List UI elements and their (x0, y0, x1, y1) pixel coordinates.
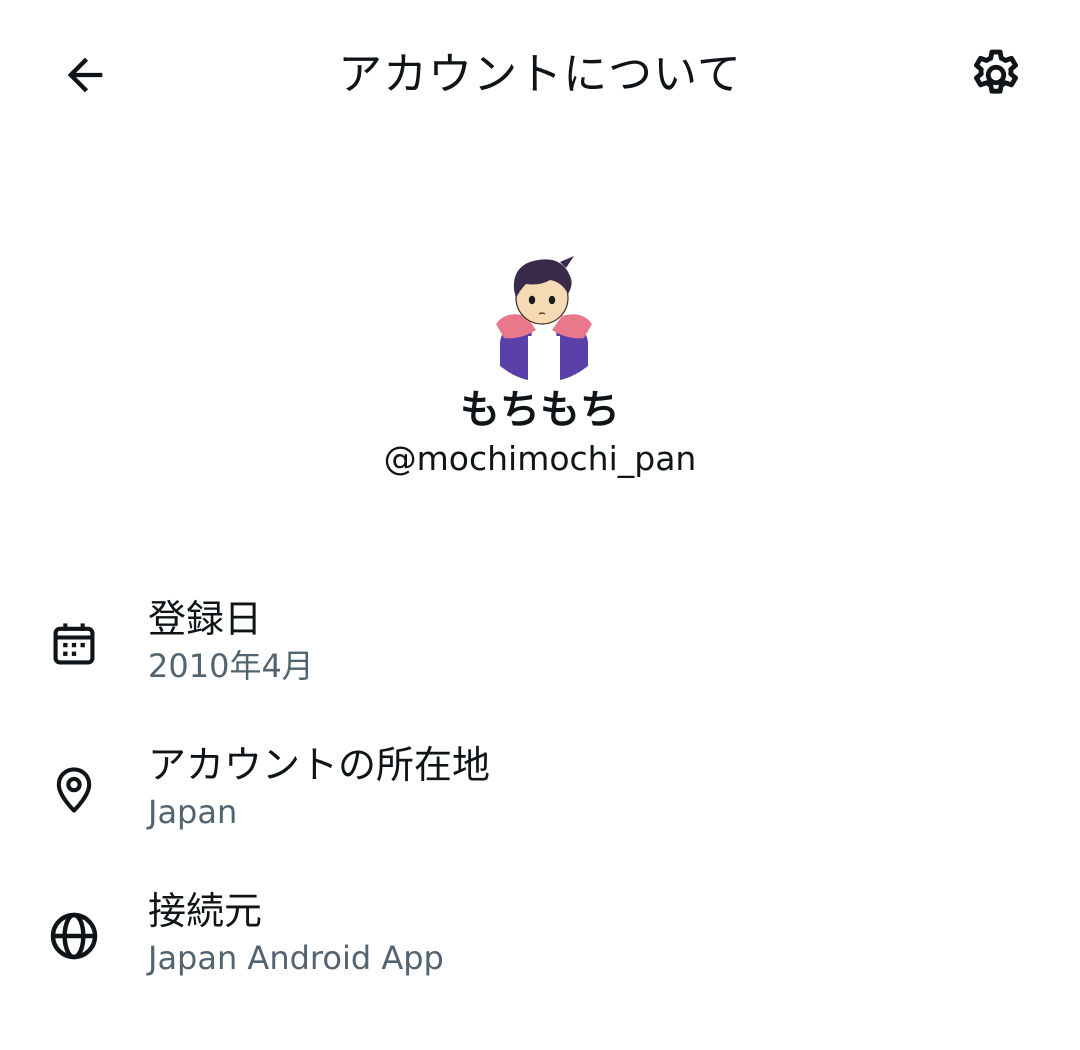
arrow-left-icon (67, 57, 103, 93)
gear-icon (974, 49, 1018, 94)
globe-icon (44, 906, 104, 966)
display-name: もちもち (460, 387, 620, 433)
avatar-illustration (496, 256, 592, 382)
settings-button[interactable] (958, 42, 1034, 108)
avatar[interactable] (476, 246, 612, 382)
info-row-joined-date: 登録日 2010年4月 (0, 594, 1080, 704)
calendar-icon (44, 614, 104, 674)
header-bar: アカウントについて (0, 0, 1080, 150)
user-handle: @mochimochi_pan (383, 439, 697, 478)
info-row-connected-via: 接続元 Japan Android App (0, 886, 1080, 996)
info-label: アカウントの所在地 (148, 743, 491, 787)
info-row-account-location: アカウントの所在地 Japan (0, 740, 1080, 850)
info-value: Japan (148, 793, 238, 831)
location-pin-icon (44, 760, 104, 820)
page-title: アカウントについて (338, 49, 742, 100)
info-value: 2010年4月 (148, 647, 314, 685)
info-label: 登録日 (148, 597, 263, 641)
info-label: 接続元 (148, 889, 263, 933)
info-value: Japan Android App (148, 939, 444, 977)
back-button[interactable] (50, 42, 120, 108)
